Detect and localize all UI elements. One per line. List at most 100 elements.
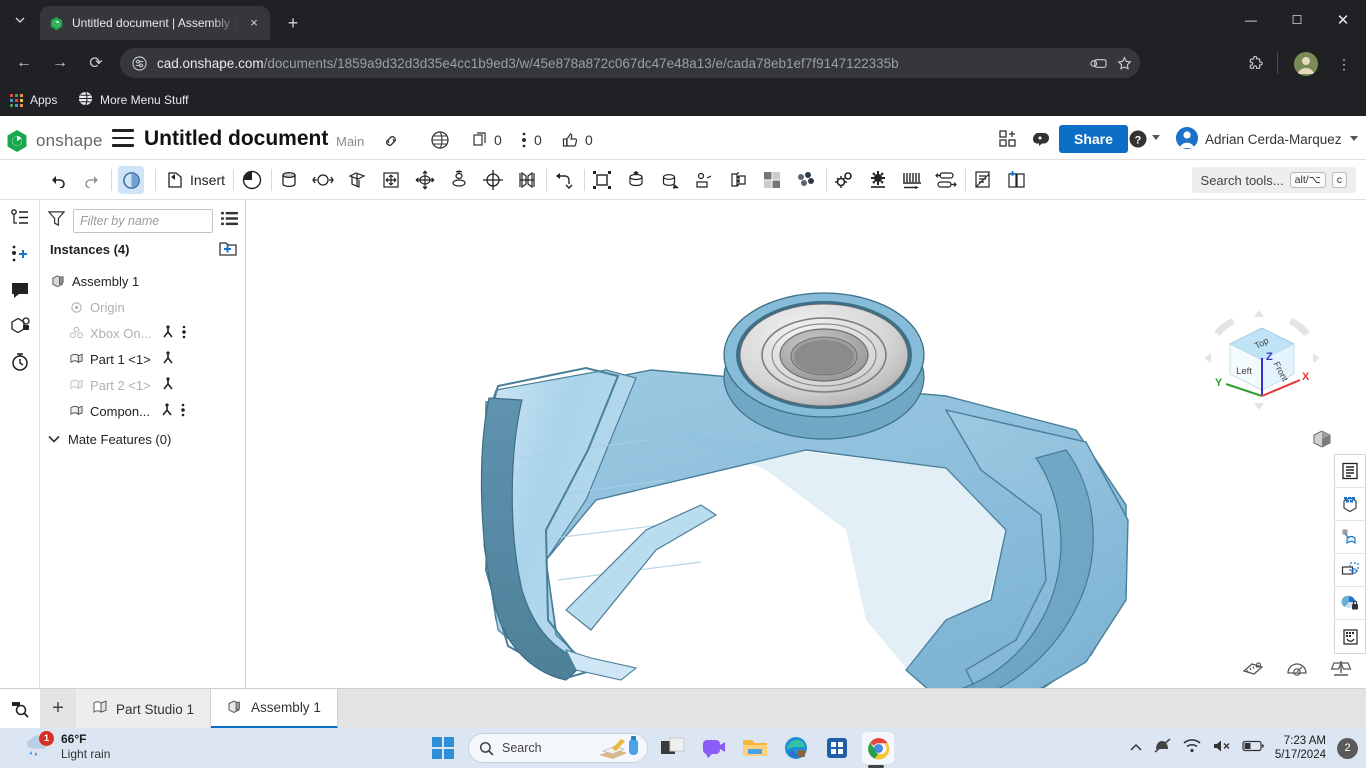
mate-connector-icon[interactable]: [118, 166, 144, 194]
tab-search-icon[interactable]: [0, 689, 40, 728]
search-tools[interactable]: Search tools... alt/⌥ c: [1191, 167, 1356, 193]
site-settings-icon[interactable]: [130, 54, 148, 72]
puzzle-icon[interactable]: [1243, 52, 1267, 76]
gear-relation-icon[interactable]: [833, 166, 855, 194]
file-explorer-icon[interactable]: [739, 732, 771, 764]
user-name[interactable]: Adrian Cerda-Marquez: [1205, 132, 1342, 147]
protractor-icon[interactable]: [1286, 658, 1308, 678]
profile-avatar[interactable]: [1294, 52, 1318, 76]
mate-icon[interactable]: [161, 376, 175, 394]
assembly-insights-icon[interactable]: [8, 314, 32, 338]
filter-icon[interactable]: [47, 210, 66, 232]
new-tab-button[interactable]: +: [280, 10, 306, 36]
replicate-icon[interactable]: [625, 166, 647, 194]
group-icon[interactable]: [591, 166, 613, 194]
reload-button[interactable]: ⟳: [82, 49, 110, 77]
pattern-icon[interactable]: [693, 166, 715, 194]
windows-logo-icon[interactable]: [427, 732, 459, 764]
key-icon[interactable]: [1086, 51, 1110, 75]
user-dropdown-caret[interactable]: [1350, 136, 1358, 141]
insert-table-icon[interactable]: [1006, 166, 1028, 194]
planar-mate-icon[interactable]: [346, 166, 368, 194]
fastened-mate-icon[interactable]: [553, 166, 575, 194]
rack-pinion-icon[interactable]: [901, 166, 923, 194]
edge-icon[interactable]: [780, 732, 812, 764]
bookmark-more-menu-stuff[interactable]: More Menu Stuff: [78, 89, 189, 111]
mate-icon[interactable]: [161, 324, 175, 342]
versions-counter[interactable]: 0: [520, 130, 542, 150]
screw-relation-icon[interactable]: [867, 166, 889, 194]
filter-input[interactable]: Filter by name: [73, 209, 213, 233]
window-close-button[interactable]: ✕: [1320, 0, 1366, 40]
task-view-icon[interactable]: [657, 732, 689, 764]
insert-button[interactable]: Insert: [166, 166, 225, 194]
tab-search-button[interactable]: [6, 6, 34, 34]
mate-icon[interactable]: [161, 350, 175, 368]
fixed-mate-icon[interactable]: [240, 166, 264, 194]
chat-icon[interactable]: [698, 732, 730, 764]
microsoft-store-icon[interactable]: [821, 732, 853, 764]
history-icon[interactable]: [8, 350, 32, 374]
document-title[interactable]: Untitled document: [144, 127, 328, 151]
do-not-disturb-icon[interactable]: [1153, 737, 1172, 759]
add-tab-button[interactable]: +: [40, 689, 76, 728]
globe-icon[interactable]: [430, 130, 450, 150]
display-properties-icon[interactable]: [1335, 455, 1365, 488]
add-version-icon[interactable]: [8, 242, 32, 266]
slider-mate-icon[interactable]: [312, 166, 334, 194]
revolute-mate-icon[interactable]: [278, 166, 300, 194]
close-icon[interactable]: ×: [246, 15, 262, 31]
document-tab-assembly-1[interactable]: Assembly 1: [211, 689, 338, 729]
notification-badge[interactable]: 2: [1337, 737, 1358, 759]
help-icon[interactable]: ?: [1128, 129, 1148, 149]
link-icon[interactable]: [382, 132, 400, 150]
configuration-icon[interactable]: [1335, 620, 1365, 653]
appearance-lock-icon[interactable]: [1335, 587, 1365, 620]
share-button[interactable]: Share: [1059, 125, 1128, 153]
assembly-pattern-icon[interactable]: [795, 166, 817, 194]
taskbar-search[interactable]: Search: [468, 733, 648, 763]
copies-counter[interactable]: 0: [472, 130, 502, 150]
parallel-mate-icon[interactable]: [482, 166, 504, 194]
explode-icon[interactable]: [761, 166, 783, 194]
add-folder-icon[interactable]: [218, 240, 238, 260]
mate-features-section[interactable]: Mate Features (0): [40, 426, 246, 452]
back-button[interactable]: ←: [10, 49, 38, 77]
kebab-icon[interactable]: [181, 403, 185, 420]
tree-item-assembly-1[interactable]: Assembly 1: [40, 268, 246, 294]
tree-item-part-2[interactable]: Part 2 <1>: [40, 372, 246, 398]
mate-icon[interactable]: [160, 402, 174, 420]
star-icon[interactable]: [1112, 51, 1136, 75]
maximize-button[interactable]: ☐: [1274, 0, 1320, 40]
hamburger-icon[interactable]: [112, 129, 134, 147]
cad-model[interactable]: [246, 200, 1366, 688]
minimize-button[interactable]: —: [1228, 0, 1274, 40]
feature-tree-icon[interactable]: [8, 206, 32, 230]
tree-item-origin[interactable]: Origin: [40, 294, 246, 320]
tangent-mate-icon[interactable]: [516, 166, 538, 194]
tree-item-xbox-on[interactable]: Xbox On...: [40, 320, 246, 346]
help-dropdown-caret[interactable]: [1152, 135, 1160, 140]
weather-widget[interactable]: 1 66°F Light rain: [22, 731, 110, 762]
volume-muted-icon[interactable]: [1212, 739, 1231, 758]
onshape-logo[interactable]: onshape: [4, 128, 103, 154]
chevron-down-icon[interactable]: [46, 431, 62, 447]
measure-icon[interactable]: [1242, 658, 1264, 678]
tree-item-part-1[interactable]: Part 1 <1>: [40, 346, 246, 372]
display-states-icon[interactable]: [1335, 488, 1365, 521]
pin-slot-mate-icon[interactable]: [414, 166, 436, 194]
document-tab-part-studio-1[interactable]: Part Studio 1: [76, 689, 212, 729]
kebab-menu-icon[interactable]: ⋮: [1333, 52, 1355, 76]
view-cube[interactable]: Top Left Front Z Y X: [1202, 310, 1322, 420]
mirror-icon[interactable]: [727, 166, 749, 194]
undo-icon[interactable]: [46, 166, 70, 194]
ai-brain-icon[interactable]: [1031, 129, 1051, 149]
avatar[interactable]: [1176, 127, 1198, 149]
app-store-icon[interactable]: [998, 129, 1018, 149]
battery-icon[interactable]: [1242, 739, 1264, 757]
graphics-area[interactable]: Top Left Front Z Y X: [246, 200, 1366, 688]
wifi-icon[interactable]: [1183, 738, 1201, 758]
view-orientation-cube-icon[interactable]: [1311, 428, 1333, 450]
chrome-icon[interactable]: [862, 732, 894, 768]
ball-mate-icon[interactable]: [448, 166, 470, 194]
